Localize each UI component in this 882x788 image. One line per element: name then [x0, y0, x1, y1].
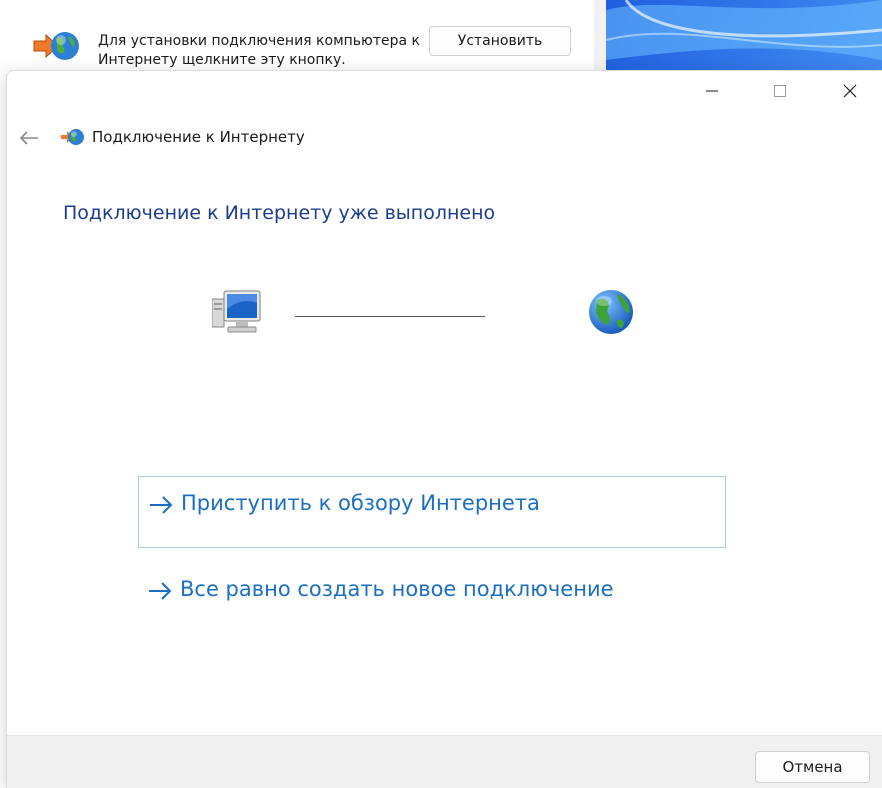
- browse-internet-link[interactable]: Приступить к обзору Интернета: [138, 476, 726, 548]
- network-globe-icon: [61, 129, 84, 145]
- create-new-connection-link[interactable]: Все равно создать новое подключение: [138, 563, 726, 635]
- maximize-button[interactable]: [757, 71, 803, 111]
- page-heading: Подключение к Интернету уже выполнено: [63, 202, 496, 224]
- globe-icon: [589, 290, 633, 334]
- arrow-right-icon: [150, 496, 173, 514]
- minimize-button[interactable]: [689, 71, 735, 111]
- task-link-label: Все равно создать новое подключение: [180, 577, 614, 601]
- close-button[interactable]: [827, 71, 873, 111]
- network-setup-icon: [33, 32, 79, 60]
- task-link-label: Приступить к обзору Интернета: [181, 491, 540, 515]
- cancel-button[interactable]: Отмена: [755, 751, 870, 783]
- connection-line: [295, 316, 485, 317]
- wizard-title: Подключение к Интернету: [92, 128, 305, 146]
- arrow-left-icon: [19, 131, 38, 145]
- arrow-right-icon: [149, 582, 172, 600]
- close-icon: [843, 84, 857, 98]
- maximize-icon: [774, 85, 786, 97]
- dialog-footer: Отмена: [7, 735, 882, 788]
- connect-to-internet-dialog: Подключение к Интернету Подключение к Ин…: [6, 70, 882, 788]
- install-instruction-text: Для установки подключения компьютера к И…: [98, 33, 420, 68]
- minimize-icon: [706, 90, 718, 92]
- computer-icon: [212, 290, 261, 333]
- install-button[interactable]: Установить: [429, 26, 571, 56]
- back-button[interactable]: [15, 125, 43, 151]
